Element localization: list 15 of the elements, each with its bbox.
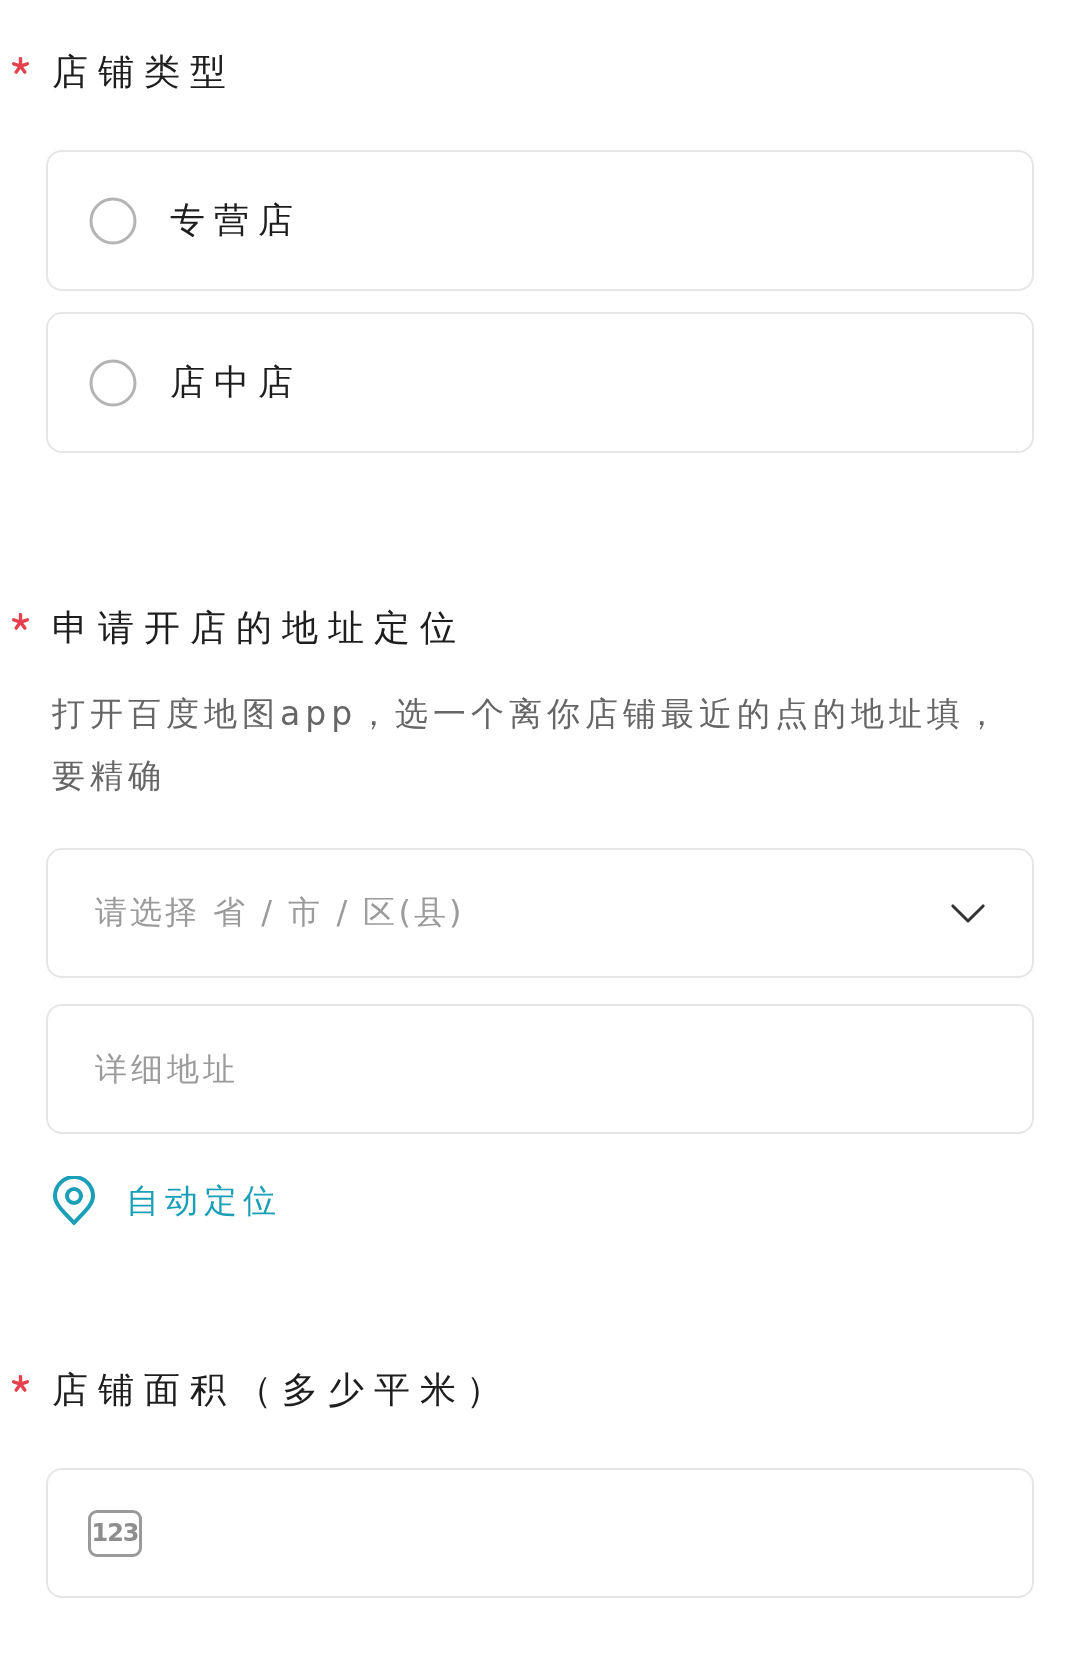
auto-locate-link[interactable]: 自动定位 (52, 1176, 282, 1226)
numeric-badge: 123 (88, 1509, 142, 1557)
radio-option[interactable]: 专营店 (46, 150, 1034, 291)
number-input[interactable]: 123 (46, 1468, 1034, 1598)
section-title: 店铺面积（多少平米） (52, 1368, 512, 1412)
chevron-down-icon (951, 902, 985, 924)
section-title: 店铺类型 (52, 50, 236, 94)
section-title: 申请开店的地址定位 (52, 606, 466, 650)
location-pin-icon (52, 1176, 96, 1226)
section-description: 打开百度地图app，选一个离你店铺最近的点的地址填，要精确 (52, 693, 1005, 797)
address-input[interactable]: 详细地址 (46, 1004, 1034, 1134)
radio-icon[interactable] (89, 358, 137, 407)
region-dropdown[interactable]: 请选择 省 / 市 / 区(县) (46, 848, 1034, 978)
radio-icon[interactable] (89, 196, 137, 245)
radio-option[interactable]: 店中店 (46, 312, 1034, 453)
